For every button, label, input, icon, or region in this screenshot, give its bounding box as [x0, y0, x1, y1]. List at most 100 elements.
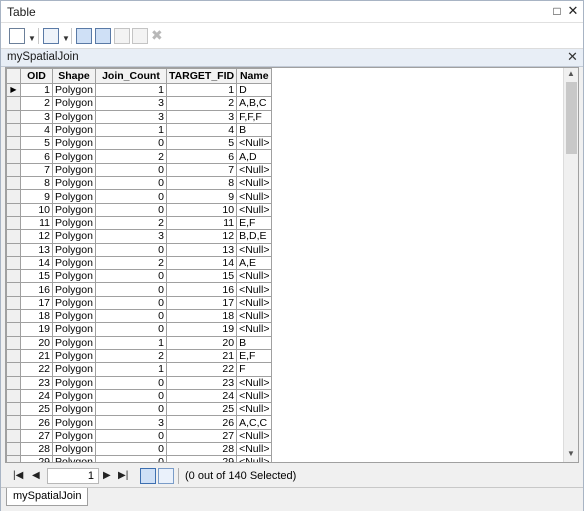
cell-name[interactable]: <Null>: [236, 428, 273, 444]
cell-name[interactable]: F: [236, 362, 273, 377]
row-selector-header[interactable]: [6, 68, 21, 84]
cell-target-fid[interactable]: 1: [165, 82, 238, 98]
row-selector[interactable]: [6, 149, 21, 164]
cell-name[interactable]: <Null>: [236, 375, 273, 390]
cell-name[interactable]: <Null>: [236, 176, 273, 191]
row-selector[interactable]: [6, 455, 21, 462]
cell-shape[interactable]: Polygon: [52, 375, 96, 390]
cell-join-count[interactable]: 1: [94, 122, 167, 138]
scroll-thumb[interactable]: [566, 82, 577, 154]
cell-shape[interactable]: Polygon: [52, 82, 96, 98]
table-row[interactable]: 4 Polygon 1 4 B: [6, 122, 273, 138]
column-header-shape[interactable]: Shape: [52, 68, 96, 84]
table-row[interactable]: 25 Polygon 0 25 <Null>: [6, 402, 273, 417]
cell-target-fid[interactable]: 13: [165, 242, 238, 257]
cell-join-count[interactable]: 1: [94, 82, 167, 98]
cell-oid[interactable]: 13: [20, 242, 53, 257]
cell-join-count[interactable]: 0: [94, 375, 167, 390]
row-selector[interactable]: [6, 189, 21, 204]
cell-target-fid[interactable]: 15: [165, 269, 238, 284]
cell-join-count[interactable]: 3: [94, 96, 167, 111]
zoom-to-selected-icon[interactable]: [132, 28, 148, 44]
table-row[interactable]: 16 Polygon 0 16 <Null>: [6, 282, 273, 297]
table-row[interactable]: 21 Polygon 2 21 E,F: [6, 348, 273, 364]
cell-shape[interactable]: Polygon: [52, 282, 96, 297]
cell-shape[interactable]: Polygon: [52, 136, 96, 151]
table-row[interactable]: 22 Polygon 1 22 F: [6, 362, 273, 377]
row-selector[interactable]: [6, 202, 21, 217]
table-row[interactable]: ▶ 1 Polygon 1 1 D: [6, 82, 273, 98]
row-selector[interactable]: [6, 442, 21, 457]
cell-target-fid[interactable]: 26: [165, 415, 238, 430]
cell-join-count[interactable]: 2: [94, 215, 167, 231]
cell-join-count[interactable]: 0: [94, 309, 167, 324]
cell-target-fid[interactable]: 6: [165, 149, 238, 164]
cell-join-count[interactable]: 0: [94, 282, 167, 297]
cell-name[interactable]: <Null>: [236, 282, 273, 297]
cell-name[interactable]: <Null>: [236, 309, 273, 324]
cell-shape[interactable]: Polygon: [52, 428, 96, 444]
cell-join-count[interactable]: 0: [94, 189, 167, 204]
cell-name[interactable]: E,F: [236, 215, 273, 231]
cell-name[interactable]: <Null>: [236, 242, 273, 257]
show-all-records-icon[interactable]: [140, 468, 156, 484]
cell-oid[interactable]: 24: [20, 388, 53, 404]
row-selector[interactable]: [6, 388, 21, 404]
cell-join-count[interactable]: 2: [94, 149, 167, 164]
cell-shape[interactable]: Polygon: [52, 348, 96, 364]
cell-oid[interactable]: 28: [20, 442, 53, 457]
scroll-up-icon[interactable]: ▲: [567, 69, 575, 78]
row-selector[interactable]: [6, 136, 21, 151]
table-row[interactable]: 11 Polygon 2 11 E,F: [6, 215, 273, 231]
next-record-icon[interactable]: ▶: [103, 470, 111, 481]
cell-oid[interactable]: 8: [20, 176, 53, 191]
previous-record-icon[interactable]: ◀: [32, 470, 40, 481]
cell-join-count[interactable]: 0: [94, 202, 167, 217]
cell-name[interactable]: B: [236, 122, 273, 138]
cell-target-fid[interactable]: 27: [165, 428, 238, 444]
cell-shape[interactable]: Polygon: [52, 335, 96, 350]
cell-shape[interactable]: Polygon: [52, 176, 96, 191]
table-row[interactable]: 2 Polygon 3 2 A,B,C: [6, 96, 273, 111]
cell-name[interactable]: <Null>: [236, 202, 273, 217]
table-tab-title[interactable]: mySpatialJoin: [7, 51, 79, 63]
cell-shape[interactable]: Polygon: [52, 388, 96, 404]
cell-oid[interactable]: 5: [20, 136, 53, 151]
row-selector[interactable]: [6, 415, 21, 430]
row-selector[interactable]: [6, 176, 21, 191]
vertical-scrollbar[interactable]: ▲ ▼: [563, 68, 578, 462]
column-header-join-count[interactable]: Join_Count: [94, 68, 167, 84]
cell-name[interactable]: A,E: [236, 255, 273, 271]
cell-shape[interactable]: Polygon: [52, 215, 96, 231]
row-selector[interactable]: [6, 335, 21, 350]
cell-oid[interactable]: 4: [20, 122, 53, 138]
cell-oid[interactable]: 10: [20, 202, 53, 217]
cell-join-count[interactable]: 0: [94, 442, 167, 457]
select-by-attributes-icon[interactable]: [76, 28, 92, 44]
cell-oid[interactable]: 20: [20, 335, 53, 350]
table-row[interactable]: 29 Polygon 0 29 <Null>: [6, 455, 273, 462]
cell-oid[interactable]: 1: [20, 82, 53, 98]
table-options-dropdown-icon[interactable]: ▼: [28, 34, 36, 43]
cell-name[interactable]: A,B,C: [236, 96, 273, 111]
cell-name[interactable]: <Null>: [236, 136, 273, 151]
table-row[interactable]: 5 Polygon 0 5 <Null>: [6, 136, 273, 151]
cell-target-fid[interactable]: 22: [165, 362, 238, 377]
cell-target-fid[interactable]: 25: [165, 402, 238, 417]
row-selector[interactable]: [6, 162, 21, 178]
cell-name[interactable]: <Null>: [236, 402, 273, 417]
cell-oid[interactable]: 3: [20, 109, 53, 124]
cell-target-fid[interactable]: 17: [165, 295, 238, 311]
table-row[interactable]: 8 Polygon 0 8 <Null>: [6, 176, 273, 191]
cell-name[interactable]: F,F,F: [236, 109, 273, 124]
related-tables-icon[interactable]: [43, 28, 59, 44]
cell-target-fid[interactable]: 11: [165, 215, 238, 231]
cell-oid[interactable]: 6: [20, 149, 53, 164]
scroll-down-icon[interactable]: ▼: [567, 449, 575, 458]
cell-oid[interactable]: 18: [20, 309, 53, 324]
cell-shape[interactable]: Polygon: [52, 295, 96, 311]
cell-shape[interactable]: Polygon: [52, 362, 96, 377]
cell-target-fid[interactable]: 19: [165, 322, 238, 337]
table-row[interactable]: 26 Polygon 3 26 A,C,C: [6, 415, 273, 430]
close-tab-icon[interactable]: ✕: [567, 49, 578, 65]
